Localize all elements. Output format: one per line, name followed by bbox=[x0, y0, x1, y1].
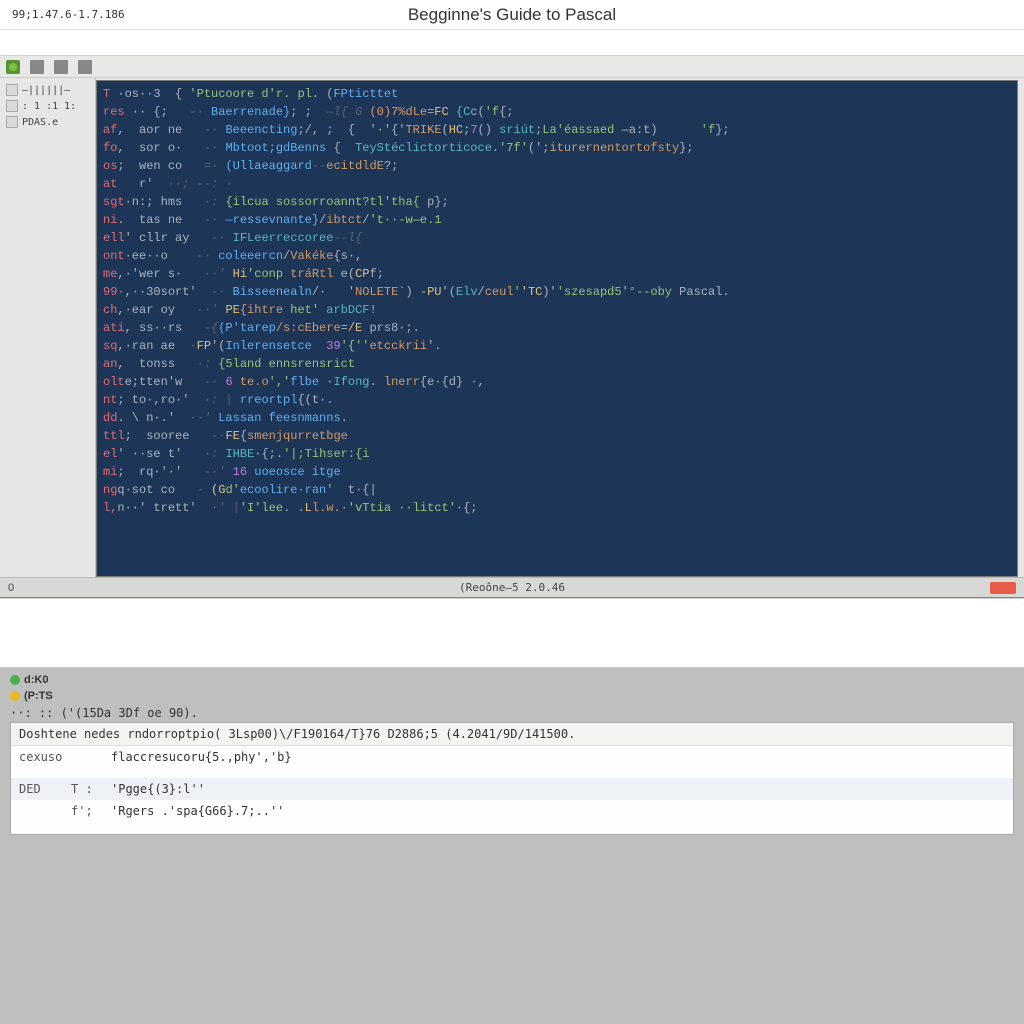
status-dot-yellow-icon bbox=[10, 691, 20, 701]
status-dot-green-icon bbox=[10, 675, 20, 685]
console-output-row[interactable]: f'; 'Rgers .'spa{G66}.7;..'' bbox=[11, 800, 1013, 822]
sidebar-item-label: —||||||— bbox=[22, 85, 70, 96]
console-row-body: flaccresucoru{5.,phy','b} bbox=[111, 750, 292, 764]
console-row-sublabel: f'; bbox=[71, 804, 95, 818]
code-editor[interactable]: T ·os··3 { 'Ptucoore d'r. pl. (FPticttet… bbox=[96, 80, 1018, 577]
ide-body: —||||||— : 1 :1 1: PDAS.e T ·os··3 { 'Pt… bbox=[0, 78, 1024, 577]
file-icon bbox=[6, 116, 18, 128]
status-center-text: (Reoône—5 2.0.46 bbox=[0, 581, 1024, 594]
sidebar-item[interactable]: PDAS.e bbox=[4, 114, 91, 130]
spacer-middle bbox=[0, 598, 1024, 668]
console-output-row-spacer bbox=[11, 768, 1013, 778]
console-chip-b-label: (P:TS bbox=[24, 690, 53, 702]
console-chip-a-label: d:K0 bbox=[24, 674, 48, 686]
console-output-row-spacer bbox=[11, 822, 1013, 834]
console-output-row[interactable]: DED T : 'Pgge{(3}:l'' bbox=[11, 778, 1013, 800]
ide-status-bar: 0 (Reoône—5 2.0.46 bbox=[0, 577, 1024, 597]
sidebar-item[interactable]: : 1 :1 1: bbox=[4, 98, 91, 114]
sidebar-item-label: : 1 :1 1: bbox=[22, 101, 76, 112]
console-row-label: cexuso bbox=[19, 750, 55, 764]
console-output-row[interactable]: cexuso flaccresucoru{5.,phy','b} bbox=[11, 746, 1013, 768]
home-icon[interactable] bbox=[6, 60, 20, 74]
file-icon bbox=[6, 100, 18, 112]
console-row-label: DED bbox=[19, 782, 55, 796]
new-file-icon[interactable] bbox=[30, 60, 44, 74]
console-panel: d:K0 (P:TS ··: :: ('(15Da 3Df oe 90). Do… bbox=[0, 668, 1024, 1024]
ide-window: —||||||— : 1 :1 1: PDAS.e T ·os··3 { 'Pt… bbox=[0, 56, 1024, 598]
sidebar-item[interactable]: —||||||— bbox=[4, 82, 91, 98]
console-chip-a[interactable]: d:K0 bbox=[10, 674, 1014, 686]
save-icon[interactable] bbox=[54, 60, 68, 74]
console-output-table: Doshtene nedes rndorroptpio( 3Lsp00)\/F1… bbox=[10, 722, 1014, 835]
run-icon[interactable] bbox=[78, 60, 92, 74]
ide-toolbar bbox=[0, 56, 1024, 78]
console-row-body: 'Pgge{(3}:l'' bbox=[111, 782, 205, 796]
console-output-header: Doshtene nedes rndorroptpio( 3Lsp00)\/F1… bbox=[11, 723, 1013, 746]
console-meta-line: ··: :: ('(15Da 3Df oe 90). bbox=[0, 704, 1024, 722]
console-row-body: 'Rgers .'spa{G66}.7;..'' bbox=[111, 804, 284, 818]
sidebar-item-label: PDAS.e bbox=[22, 117, 58, 128]
editor-frame: T ·os··3 { 'Ptucoore d'r. pl. (FPticttet… bbox=[96, 78, 1024, 577]
project-sidebar: —||||||— : 1 :1 1: PDAS.e bbox=[0, 78, 96, 577]
spacer-top bbox=[0, 30, 1024, 56]
app-header: 99;1.47.6-1.7.186 Begginne's Guide to Pa… bbox=[0, 0, 1024, 30]
code-editor-content[interactable]: T ·os··3 { 'Ptucoore d'r. pl. (FPticttet… bbox=[97, 81, 1017, 576]
page-title: Begginne's Guide to Pascal bbox=[0, 5, 1024, 25]
console-row-sublabel: T : bbox=[71, 782, 95, 796]
folder-icon bbox=[6, 84, 18, 96]
console-chip-b[interactable]: (P:TS bbox=[10, 690, 1014, 702]
console-header-area: d:K0 (P:TS bbox=[0, 668, 1024, 704]
